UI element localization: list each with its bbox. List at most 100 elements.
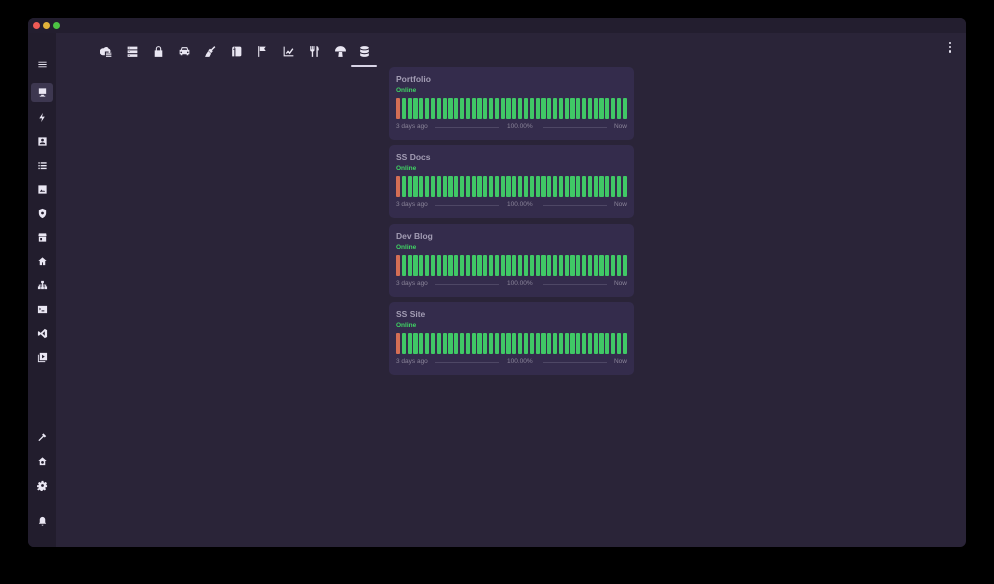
- heartbeat-bar-up[interactable]: [611, 333, 616, 354]
- heartbeat-bar-up[interactable]: [483, 255, 488, 276]
- heartbeat-bar-down[interactable]: [396, 176, 401, 197]
- tab-analytics[interactable]: [276, 40, 300, 62]
- heartbeat-bar-up[interactable]: [622, 333, 627, 354]
- heartbeat-bar-up[interactable]: [582, 98, 587, 119]
- hamburger-menu-button[interactable]: [31, 55, 53, 74]
- heartbeat-bar-up[interactable]: [407, 255, 412, 276]
- tab-mushroom[interactable]: [328, 40, 352, 62]
- heartbeat-bar-up[interactable]: [500, 98, 505, 119]
- sidebar-item-store[interactable]: [31, 228, 53, 247]
- heartbeat-bar-up[interactable]: [454, 176, 459, 197]
- heartbeat-bar-up[interactable]: [611, 255, 616, 276]
- heartbeat-bar-up[interactable]: [407, 333, 412, 354]
- heartbeat-bar-up[interactable]: [541, 255, 546, 276]
- heartbeat-bar-up[interactable]: [419, 333, 424, 354]
- heartbeat-bar-up[interactable]: [558, 255, 563, 276]
- heartbeat-bar-up[interactable]: [425, 98, 430, 119]
- heartbeat-bar-up[interactable]: [494, 333, 500, 354]
- heartbeat-bar-up[interactable]: [454, 98, 459, 119]
- heartbeat-bar-up[interactable]: [401, 98, 407, 119]
- heartbeat-bar-up[interactable]: [576, 255, 581, 276]
- heartbeat-bar-up[interactable]: [576, 333, 581, 354]
- heartbeat-bar-up[interactable]: [622, 255, 627, 276]
- sidebar-item-media[interactable]: [31, 348, 53, 367]
- heartbeat-bar-up[interactable]: [436, 176, 441, 197]
- sidebar-item-tools[interactable]: [31, 428, 53, 447]
- sidebar-item-lightning[interactable]: [31, 108, 53, 127]
- heartbeat-bar-up[interactable]: [616, 176, 622, 197]
- heartbeat-bar-up[interactable]: [471, 255, 476, 276]
- heartbeat-bar-up[interactable]: [523, 98, 529, 119]
- heartbeat-bar-up[interactable]: [535, 98, 540, 119]
- heartbeat-bar-up[interactable]: [552, 98, 558, 119]
- heartbeat-bar-up[interactable]: [512, 98, 517, 119]
- heartbeat-bar-up[interactable]: [483, 176, 488, 197]
- sidebar-item-monitor[interactable]: [31, 83, 53, 102]
- heartbeat-bar-up[interactable]: [558, 333, 563, 354]
- heartbeat-bar-up[interactable]: [570, 255, 575, 276]
- heartbeat-bar-up[interactable]: [425, 333, 430, 354]
- heartbeat-bar-up[interactable]: [430, 333, 436, 354]
- sidebar-item-security[interactable]: [31, 204, 53, 223]
- heartbeat-bar-up[interactable]: [425, 176, 430, 197]
- sidebar-item-list[interactable]: [31, 156, 53, 175]
- sidebar-item-home[interactable]: [31, 252, 53, 271]
- heartbeat-bar-up[interactable]: [570, 333, 575, 354]
- heartbeat-bar-up[interactable]: [576, 176, 581, 197]
- heartbeat-bar-up[interactable]: [564, 333, 569, 354]
- heartbeat-bar-up[interactable]: [570, 176, 575, 197]
- heartbeat-bar-up[interactable]: [483, 98, 488, 119]
- minimize-window-button[interactable]: [43, 22, 50, 29]
- tab-food[interactable]: [302, 40, 326, 62]
- heartbeat-bar-up[interactable]: [512, 176, 517, 197]
- sidebar-item-photos[interactable]: [31, 180, 53, 199]
- heartbeat-bar-up[interactable]: [570, 98, 575, 119]
- heartbeat-bar-up[interactable]: [419, 98, 424, 119]
- heartbeat-bar-up[interactable]: [523, 255, 529, 276]
- tab-cloud-storage[interactable]: [94, 40, 118, 62]
- heartbeat-bar-up[interactable]: [430, 255, 436, 276]
- tab-flag[interactable]: [250, 40, 274, 62]
- heartbeat-bar-up[interactable]: [622, 98, 627, 119]
- heartbeat-bar-up[interactable]: [523, 333, 529, 354]
- heartbeat-bar-up[interactable]: [436, 255, 441, 276]
- heartbeat-bar-up[interactable]: [564, 176, 569, 197]
- heartbeat-bar-up[interactable]: [489, 333, 494, 354]
- heartbeat-bar-up[interactable]: [535, 255, 540, 276]
- heartbeat-bar-up[interactable]: [465, 255, 470, 276]
- sidebar-item-notifications[interactable]: [31, 512, 53, 531]
- tab-database[interactable]: [351, 40, 377, 67]
- heartbeat-bar-up[interactable]: [593, 98, 598, 119]
- heartbeat-bar-up[interactable]: [512, 255, 517, 276]
- heartbeat-bar-up[interactable]: [436, 333, 441, 354]
- heartbeat-bar-up[interactable]: [430, 98, 436, 119]
- heartbeat-bar-up[interactable]: [477, 255, 482, 276]
- heartbeat-bar-up[interactable]: [436, 98, 441, 119]
- heartbeat-bar-up[interactable]: [558, 176, 563, 197]
- heartbeat-bar-up[interactable]: [535, 333, 540, 354]
- monitor-card[interactable]: Portfolio Online 3 days ago 100.00% Now: [389, 67, 634, 140]
- heartbeat-bar-up[interactable]: [599, 98, 604, 119]
- heartbeat-bar-up[interactable]: [471, 176, 476, 197]
- heartbeat-bar-up[interactable]: [489, 255, 494, 276]
- heartbeat-bar-up[interactable]: [448, 176, 453, 197]
- more-options-button[interactable]: [948, 42, 952, 54]
- heartbeat-bar-up[interactable]: [541, 176, 546, 197]
- heartbeat-bar-up[interactable]: [582, 333, 587, 354]
- heartbeat-bar-up[interactable]: [500, 333, 505, 354]
- heartbeat-bar-up[interactable]: [413, 333, 418, 354]
- heartbeat-bar-up[interactable]: [454, 255, 459, 276]
- monitor-card[interactable]: SS Docs Online 3 days ago 100.00% Now: [389, 145, 634, 218]
- heartbeat-bar-up[interactable]: [448, 98, 453, 119]
- heartbeat-bar-up[interactable]: [547, 255, 552, 276]
- heartbeat-bar-up[interactable]: [587, 333, 593, 354]
- heartbeat-bar-up[interactable]: [541, 333, 546, 354]
- heartbeat-bar-up[interactable]: [523, 176, 529, 197]
- heartbeat-bar-up[interactable]: [564, 255, 569, 276]
- sidebar-item-settings[interactable]: [31, 476, 53, 495]
- heartbeat-bar-up[interactable]: [529, 98, 534, 119]
- heartbeat-bar-up[interactable]: [529, 176, 534, 197]
- heartbeat-bar-up[interactable]: [494, 176, 500, 197]
- heartbeat-bar-up[interactable]: [529, 255, 534, 276]
- heartbeat-bar-up[interactable]: [616, 255, 622, 276]
